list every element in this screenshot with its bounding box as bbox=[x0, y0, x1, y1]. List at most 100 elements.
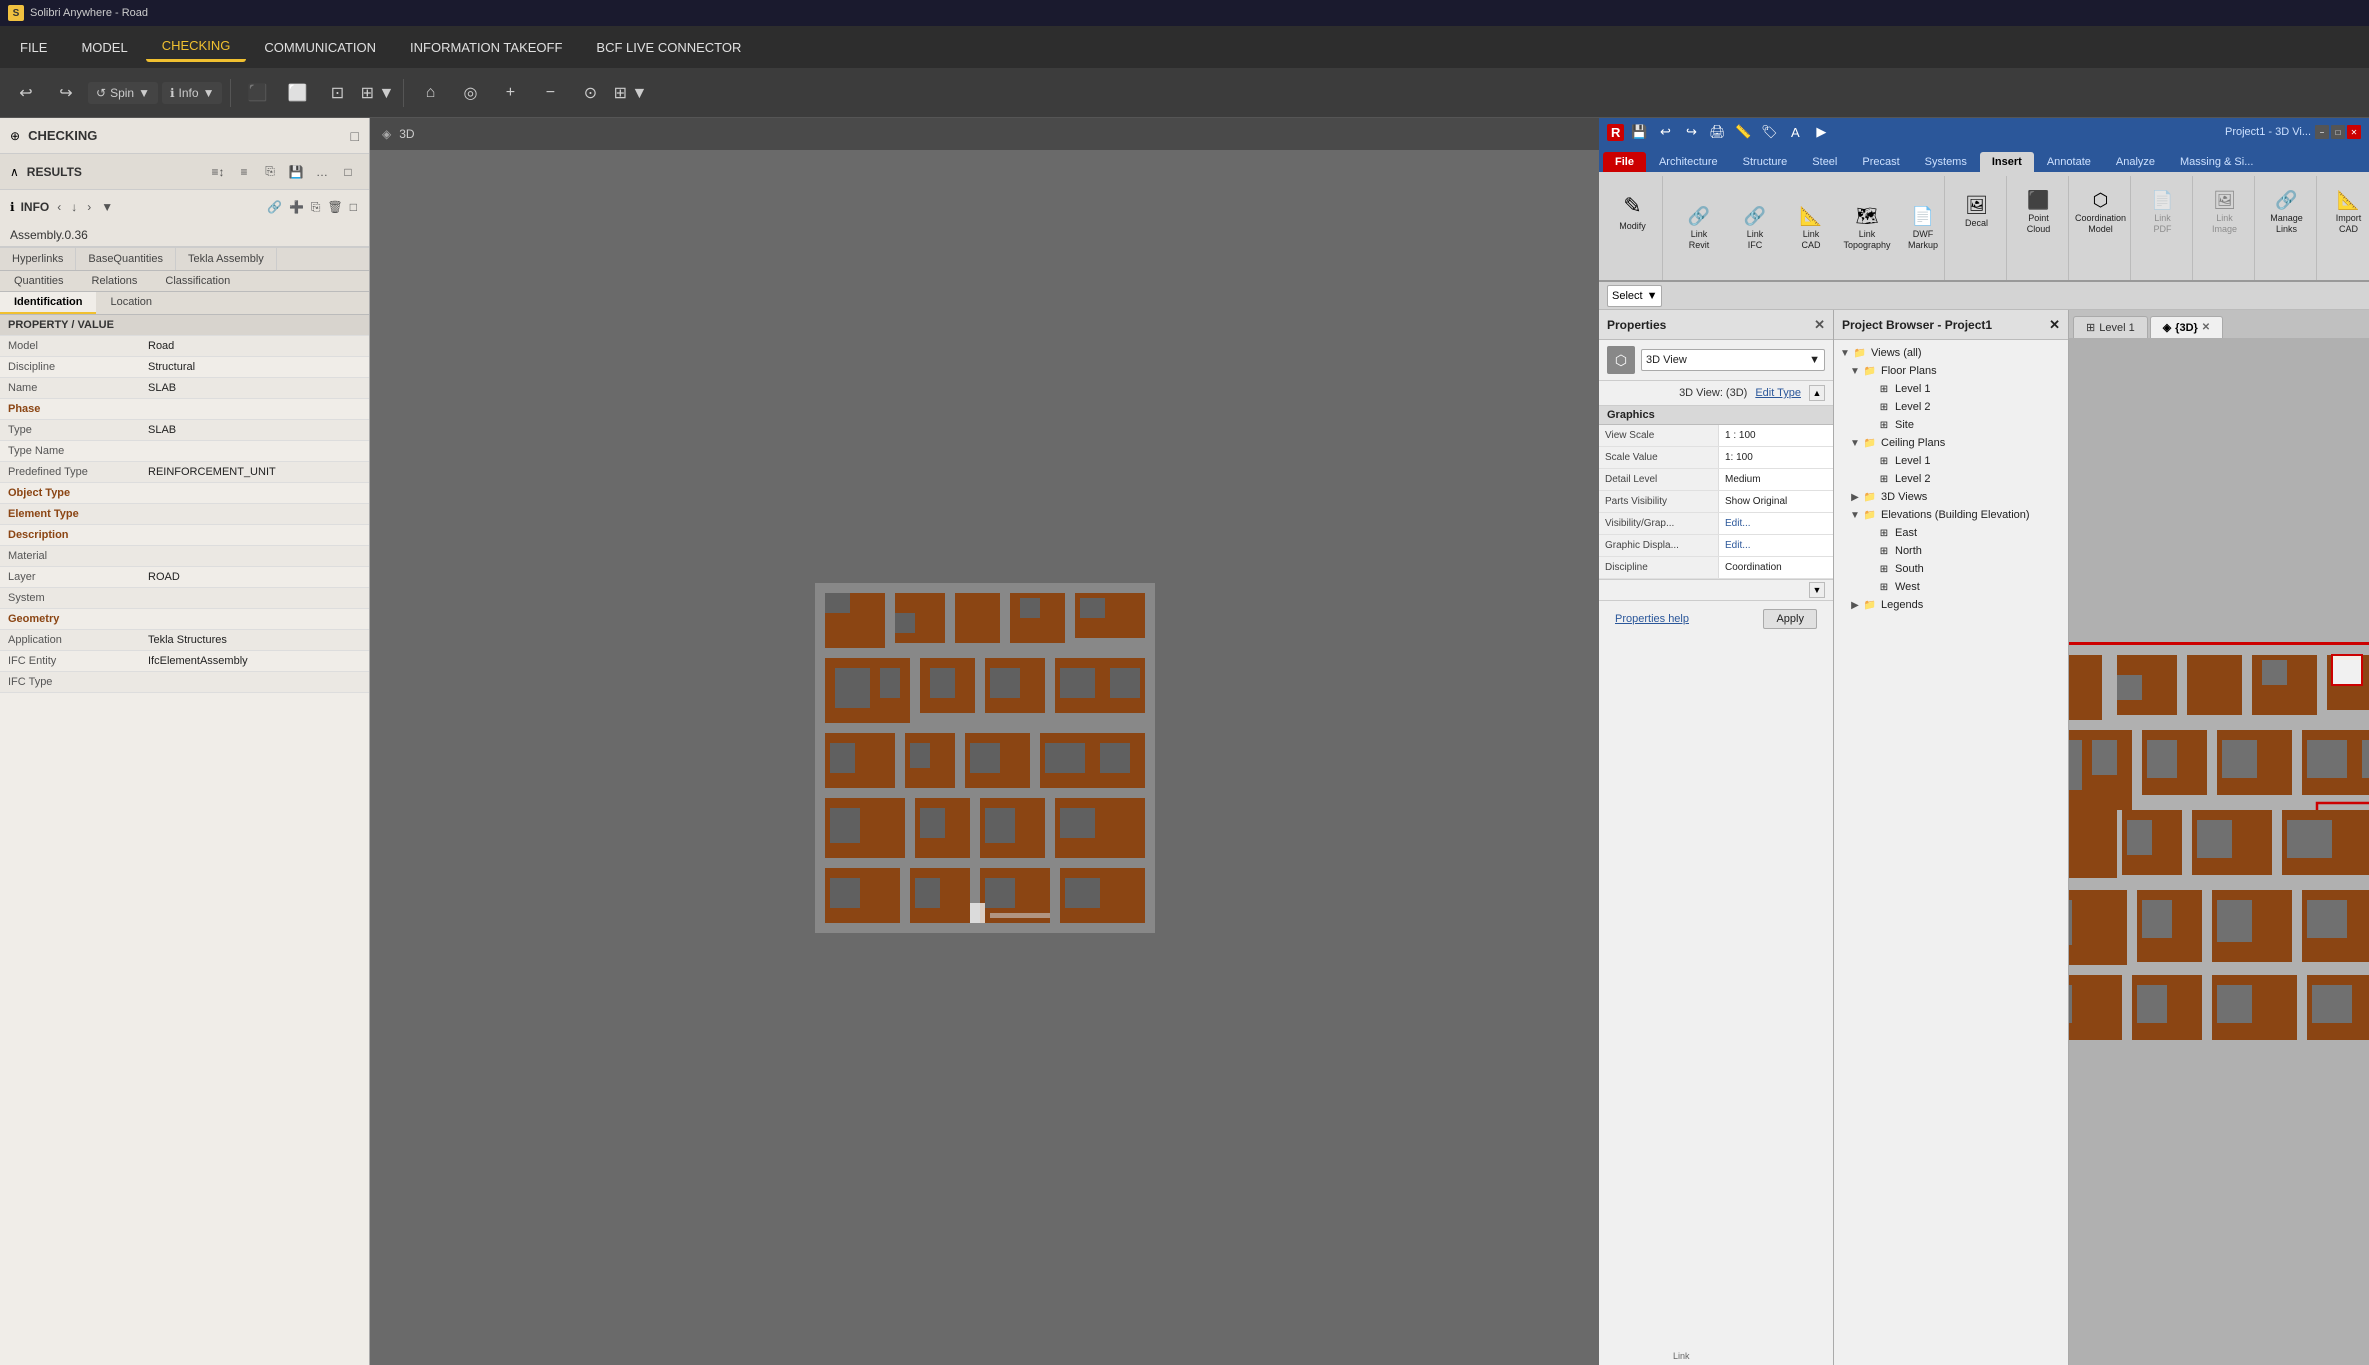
home-view-button[interactable]: ⌂ bbox=[412, 75, 448, 111]
prop-help-link[interactable]: Properties help bbox=[1607, 609, 1697, 629]
fit-view-button[interactable]: ⊙ bbox=[572, 75, 608, 111]
prop-value-view-scale[interactable]: 1 : 100 bbox=[1719, 425, 1833, 446]
tree-item[interactable]: ▼ 📁 Views (all) bbox=[1834, 344, 2068, 362]
left-panel-close[interactable]: □ bbox=[351, 128, 359, 144]
info-link-btn[interactable]: 🔗 bbox=[265, 198, 284, 217]
prop-value-detail-level[interactable]: Medium bbox=[1719, 469, 1833, 490]
revit-forward-btn[interactable]: ▶ bbox=[1810, 121, 1832, 143]
menu-checking[interactable]: CHECKING bbox=[146, 32, 247, 62]
spin-button[interactable]: ↺ Spin ▼ bbox=[88, 82, 158, 104]
select-dropdown[interactable]: Select ▼ bbox=[1607, 285, 1662, 307]
menu-model[interactable]: MODEL bbox=[65, 34, 143, 61]
tree-item[interactable]: ▶ 📁 Legends bbox=[1834, 596, 2068, 614]
tree-item[interactable]: ⊞ East bbox=[1834, 524, 2068, 542]
ribbon-tab-systems[interactable]: Systems bbox=[1913, 152, 1979, 172]
ribbon-tab-precast[interactable]: Precast bbox=[1850, 152, 1911, 172]
redo-button[interactable]: ↪ bbox=[48, 75, 84, 111]
subtab-identification[interactable]: Identification bbox=[0, 292, 96, 314]
info-expand-btn[interactable]: □ bbox=[348, 198, 359, 217]
undo-button[interactable]: ↩ bbox=[8, 75, 44, 111]
ribbon-btn-link-ifc[interactable]: 🔗 LinkIFC bbox=[1729, 202, 1781, 255]
revit-measure-btn[interactable]: 📏 bbox=[1732, 121, 1754, 143]
results-more-btn[interactable]: … bbox=[311, 161, 333, 183]
ribbon-tab-insert[interactable]: Insert bbox=[1980, 152, 2034, 172]
tree-item[interactable]: ⊞ Level 1 bbox=[1834, 380, 2068, 398]
ribbon-btn-link-revit[interactable]: 🔗 LinkRevit bbox=[1673, 202, 1725, 255]
tree-item[interactable]: ⊞ Level 2 bbox=[1834, 398, 2068, 416]
ribbon-btn-decal[interactable]: 🖼 Decal bbox=[1951, 180, 2003, 244]
prop-type-dropdown[interactable]: 3D View ▼ bbox=[1641, 349, 1825, 371]
ribbon-btn-link-topography[interactable]: 🗺 LinkTopography bbox=[1841, 202, 1893, 255]
menu-information-takeoff[interactable]: INFORMATION TAKEOFF bbox=[394, 34, 578, 61]
revit-close-btn[interactable]: ✕ bbox=[2347, 125, 2361, 139]
tree-item[interactable]: ⊞ West bbox=[1834, 578, 2068, 596]
ribbon-btn-coordination[interactable]: ⬡ CoordinationModel bbox=[2075, 180, 2127, 244]
revit-tab-level1[interactable]: ⊞ Level 1 bbox=[2073, 316, 2148, 338]
revit-text-btn[interactable]: A bbox=[1784, 121, 1806, 143]
tree-item[interactable]: ▼ 📁 Floor Plans bbox=[1834, 362, 2068, 380]
ribbon-tab-steel[interactable]: Steel bbox=[1800, 152, 1849, 172]
info-button[interactable]: ℹ Info ▼ bbox=[162, 82, 222, 104]
tree-item[interactable]: ⊞ North bbox=[1834, 542, 2068, 560]
revit-minimize-btn[interactable]: − bbox=[2315, 125, 2329, 139]
properties-close-btn[interactable]: ✕ bbox=[1814, 317, 1825, 333]
tab-basequantities[interactable]: BaseQuantities bbox=[76, 248, 176, 270]
subtab-quantities[interactable]: Quantities bbox=[0, 271, 78, 291]
ribbon-btn-modify[interactable]: ✎ Modify bbox=[1607, 180, 1659, 244]
revit-print-btn[interactable]: 🖨 bbox=[1706, 121, 1728, 143]
tree-item[interactable]: ⊞ Level 1 bbox=[1834, 452, 2068, 470]
info-nav-down[interactable]: ↓ bbox=[69, 198, 79, 216]
menu-file[interactable]: FILE bbox=[4, 34, 63, 61]
tree-item[interactable]: ⊞ Level 2 bbox=[1834, 470, 2068, 488]
prop-value-scale-value[interactable]: 1: 100 bbox=[1719, 447, 1833, 468]
menu-bcf[interactable]: BCF LIVE CONNECTOR bbox=[580, 34, 757, 61]
info-add-btn[interactable]: ➕ bbox=[287, 198, 306, 217]
ribbon-btn-manage-links[interactable]: 🔗 ManageLinks bbox=[2261, 180, 2313, 244]
results-copy-btn[interactable]: ⎘ bbox=[259, 161, 281, 183]
prop-value-graphic-display[interactable]: Edit... bbox=[1719, 535, 1833, 556]
view-section-button[interactable]: ⊡ bbox=[319, 75, 355, 111]
info-nav-prev[interactable]: ‹ bbox=[55, 198, 63, 216]
ribbon-tab-massing[interactable]: Massing & Si... bbox=[2168, 152, 2265, 172]
revit-undo-btn[interactable]: ↩ bbox=[1654, 121, 1676, 143]
zoom-in-button[interactable]: + bbox=[492, 75, 528, 111]
view-3d-solid-button[interactable]: ⬛ bbox=[239, 75, 275, 111]
ribbon-tab-structure[interactable]: Structure bbox=[1731, 152, 1800, 172]
subtab-location[interactable]: Location bbox=[96, 292, 166, 314]
revit-maximize-btn[interactable]: □ bbox=[2331, 125, 2345, 139]
revit-save-btn[interactable]: 💾 bbox=[1628, 121, 1650, 143]
ribbon-btn-dwf-markup[interactable]: 📄 DWFMarkup bbox=[1897, 202, 1949, 255]
prop-value-parts-visibility[interactable]: Show Original bbox=[1719, 491, 1833, 512]
info-nav-next[interactable]: › bbox=[85, 198, 93, 216]
info-delete-btn[interactable]: 🗑 bbox=[326, 198, 345, 217]
ribbon-btn-link-cad[interactable]: 📐 LinkCAD bbox=[1785, 202, 1837, 255]
3d-close-btn[interactable]: ✕ bbox=[2202, 322, 2210, 333]
tab-hyperlinks[interactable]: Hyperlinks bbox=[0, 248, 76, 270]
view-canvas[interactable] bbox=[370, 150, 1599, 1365]
tree-item[interactable]: ▼ 📁 Elevations (Building Elevation) bbox=[1834, 506, 2068, 524]
subtab-relations[interactable]: Relations bbox=[78, 271, 152, 291]
info-copy-btn[interactable]: ⎘ bbox=[309, 198, 323, 217]
tree-item[interactable]: ⊞ Site bbox=[1834, 416, 2068, 434]
info-nav-dropdown[interactable]: ▼ bbox=[99, 198, 115, 216]
prop-value-discipline[interactable]: Coordination bbox=[1719, 557, 1833, 578]
scroll-down-btn[interactable]: ▼ bbox=[1809, 582, 1825, 598]
results-save-btn[interactable]: 💾 bbox=[285, 161, 307, 183]
tree-item[interactable]: ▶ 📁 3D Views bbox=[1834, 488, 2068, 506]
ribbon-tab-architecture[interactable]: Architecture bbox=[1647, 152, 1730, 172]
ribbon-btn-import-cad[interactable]: 📐 ImportCAD bbox=[2323, 180, 2369, 244]
tab-teklaassembly[interactable]: Tekla Assembly bbox=[176, 248, 277, 270]
view-wireframe-button[interactable]: ⬜ bbox=[279, 75, 315, 111]
look-around-button[interactable]: ◎ bbox=[452, 75, 488, 111]
ribbon-btn-point-cloud[interactable]: ⬛ PointCloud bbox=[2013, 180, 2065, 244]
edit-type-link[interactable]: Edit Type bbox=[1755, 387, 1801, 399]
prop-section-graphics[interactable]: Graphics bbox=[1599, 406, 1833, 425]
results-sort-btn[interactable]: ≡↕ bbox=[207, 161, 229, 183]
apply-btn[interactable]: Apply bbox=[1763, 609, 1817, 629]
zoom-out-button[interactable]: − bbox=[532, 75, 568, 111]
ribbon-tab-file[interactable]: File bbox=[1603, 152, 1646, 172]
more-view-button[interactable]: ⊞ ▼ bbox=[612, 75, 648, 111]
subtab-classification[interactable]: Classification bbox=[151, 271, 244, 291]
building-plan[interactable] bbox=[2069, 338, 2369, 1365]
results-list-btn[interactable]: ≡ bbox=[233, 161, 255, 183]
